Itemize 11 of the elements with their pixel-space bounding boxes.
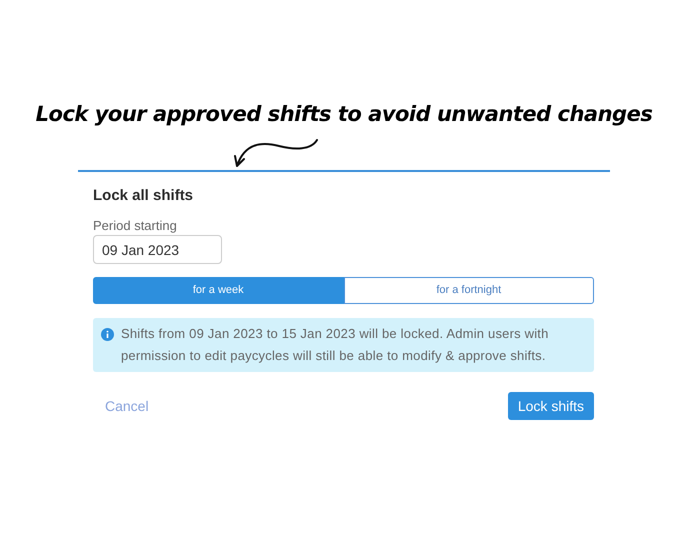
duration-tab[interactable]: for a week xyxy=(93,277,344,304)
info-text: Shifts from 09 Jan 2023 to 15 Jan 2023 will be locked. Admin users with permission to edit paycycles will still be able to modify & approve shifts. xyxy=(121,325,550,365)
info-icon xyxy=(101,328,114,341)
lock-shifts-button[interactable]: Lock shifts xyxy=(508,392,594,420)
date-field[interactable]: 09 Jan 2023 xyxy=(93,235,222,264)
dialog-title: Lock all shifts xyxy=(93,186,194,206)
duration-tab[interactable]: for a fortnight xyxy=(344,277,594,304)
arrow-icon xyxy=(233,136,319,170)
field-label: Period starting xyxy=(93,218,178,234)
cancel-button[interactable]: Cancel xyxy=(105,396,149,416)
annotation-caption: Lock your approved shifts to avoid unwanted changes xyxy=(36,101,652,128)
